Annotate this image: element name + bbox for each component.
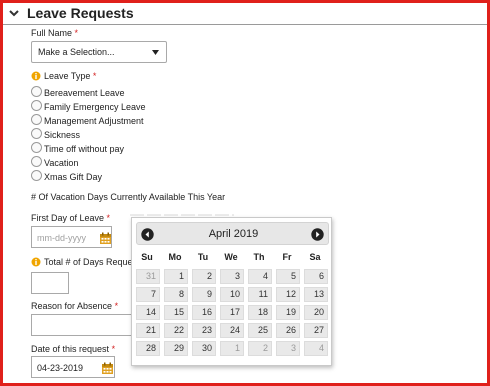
radio-label: Time off without pay [44, 144, 125, 154]
full-name-select-value: Make a Selection... [38, 47, 115, 57]
radio-management-adjustment[interactable] [31, 114, 42, 125]
calendar-day[interactable]: 1 [164, 269, 188, 284]
calendar-day[interactable]: 12 [276, 287, 300, 302]
calendar-day[interactable]: 14 [136, 305, 160, 320]
weekday-header: Th [253, 252, 265, 262]
calendar-day[interactable]: 19 [276, 305, 300, 320]
radio-label: Family Emergency Leave [44, 102, 146, 112]
first-day-placeholder: mm-dd-yyyy [37, 233, 86, 243]
full-name-select[interactable]: Make a Selection... [31, 41, 167, 63]
calendar-day[interactable]: 13 [304, 287, 328, 302]
radio-sickness[interactable] [31, 128, 42, 139]
datepicker-header: April 2019 [136, 222, 329, 245]
calendar-day[interactable]: 2 [248, 341, 272, 356]
weekday-header: We [224, 252, 238, 262]
calendar-icon[interactable] [99, 232, 112, 245]
reason-label: Reason for Absence * [31, 301, 119, 311]
calendar-day[interactable]: 15 [164, 305, 188, 320]
radio-family-emergency-leave[interactable] [31, 100, 42, 111]
weekday-header: Fr [282, 252, 292, 262]
radio-bereavement-leave[interactable] [31, 86, 42, 97]
next-month-icon[interactable] [311, 228, 324, 241]
calendar-day[interactable]: 27 [304, 323, 328, 338]
calendar-day[interactable]: 22 [164, 323, 188, 338]
section-header[interactable]: Leave Requests [3, 3, 487, 25]
calendar-day[interactable]: 6 [304, 269, 328, 284]
radio-vacation[interactable] [31, 156, 42, 167]
calendar-day[interactable]: 26 [276, 323, 300, 338]
calendar-day[interactable]: 31 [136, 269, 160, 284]
calendar-day[interactable]: 24 [220, 323, 244, 338]
datepicker-month-title: April 2019 [208, 228, 259, 240]
request-date-label: Date of this request * [31, 344, 116, 354]
calendar-day[interactable]: 29 [164, 341, 188, 356]
calendar-day[interactable]: 30 [192, 341, 216, 356]
calendar-day[interactable]: 9 [192, 287, 216, 302]
weekday-header: Su [141, 252, 153, 262]
calendar-day[interactable]: 23 [192, 323, 216, 338]
calendar-day[interactable]: 21 [136, 323, 160, 338]
calendar-day[interactable]: 20 [304, 305, 328, 320]
vacation-days-label: # Of Vacation Days Currently Available T… [31, 192, 226, 202]
calendar-day[interactable]: 4 [248, 269, 272, 284]
total-days-label: Total # of Days Reque [44, 257, 133, 267]
total-days-input[interactable] [31, 272, 69, 294]
calendar-day[interactable]: 2 [192, 269, 216, 284]
calendar-day[interactable]: 25 [248, 323, 272, 338]
chevron-down-icon[interactable] [7, 5, 21, 21]
radio-label: Xmas Gift Day [44, 172, 103, 182]
info-icon[interactable] [31, 71, 41, 81]
reason-input[interactable] [31, 314, 131, 336]
calendar-day[interactable]: 28 [136, 341, 160, 356]
radio-label: Sickness [44, 130, 81, 140]
weekday-header: Tu [197, 252, 209, 262]
calendar-day[interactable]: 8 [164, 287, 188, 302]
calendar-day[interactable]: 11 [248, 287, 272, 302]
calendar-day[interactable]: 4 [304, 341, 328, 356]
radio-label: Vacation [44, 158, 79, 168]
calendar-day[interactable]: 10 [220, 287, 244, 302]
radio-label: Management Adjustment [44, 116, 144, 126]
request-date-value: 04-23-2019 [37, 363, 84, 373]
calendar-day[interactable]: 3 [220, 269, 244, 284]
weekday-header: Sa [309, 252, 321, 262]
calendar-day[interactable]: 7 [136, 287, 160, 302]
calendar-day[interactable]: 3 [276, 341, 300, 356]
leave-type-label: Leave Type * [44, 71, 97, 81]
calendar-day[interactable]: 1 [220, 341, 244, 356]
radio-time-off-without-pay[interactable] [31, 142, 42, 153]
weekday-header: Mo [168, 252, 182, 262]
calendar-icon[interactable] [101, 362, 114, 375]
datepicker-popup: April 2019 Su Mo Tu We Th Fr Sa 31 1 2 3 4 5 6 7 8 9 10 11… [131, 217, 332, 366]
info-icon[interactable] [31, 257, 41, 267]
calendar-day[interactable]: 5 [276, 269, 300, 284]
calendar-day[interactable]: 16 [192, 305, 216, 320]
calendar-day[interactable]: 18 [248, 305, 272, 320]
caret-down-icon [152, 50, 159, 55]
first-day-label: First Day of Leave * [31, 213, 111, 223]
section-title: Leave Requests [27, 5, 134, 21]
radio-xmas-gift-day[interactable] [31, 170, 42, 181]
radio-label: Bereavement Leave [44, 88, 125, 98]
calendar-day[interactable]: 17 [220, 305, 244, 320]
full-name-label: Full Name * [31, 28, 79, 38]
